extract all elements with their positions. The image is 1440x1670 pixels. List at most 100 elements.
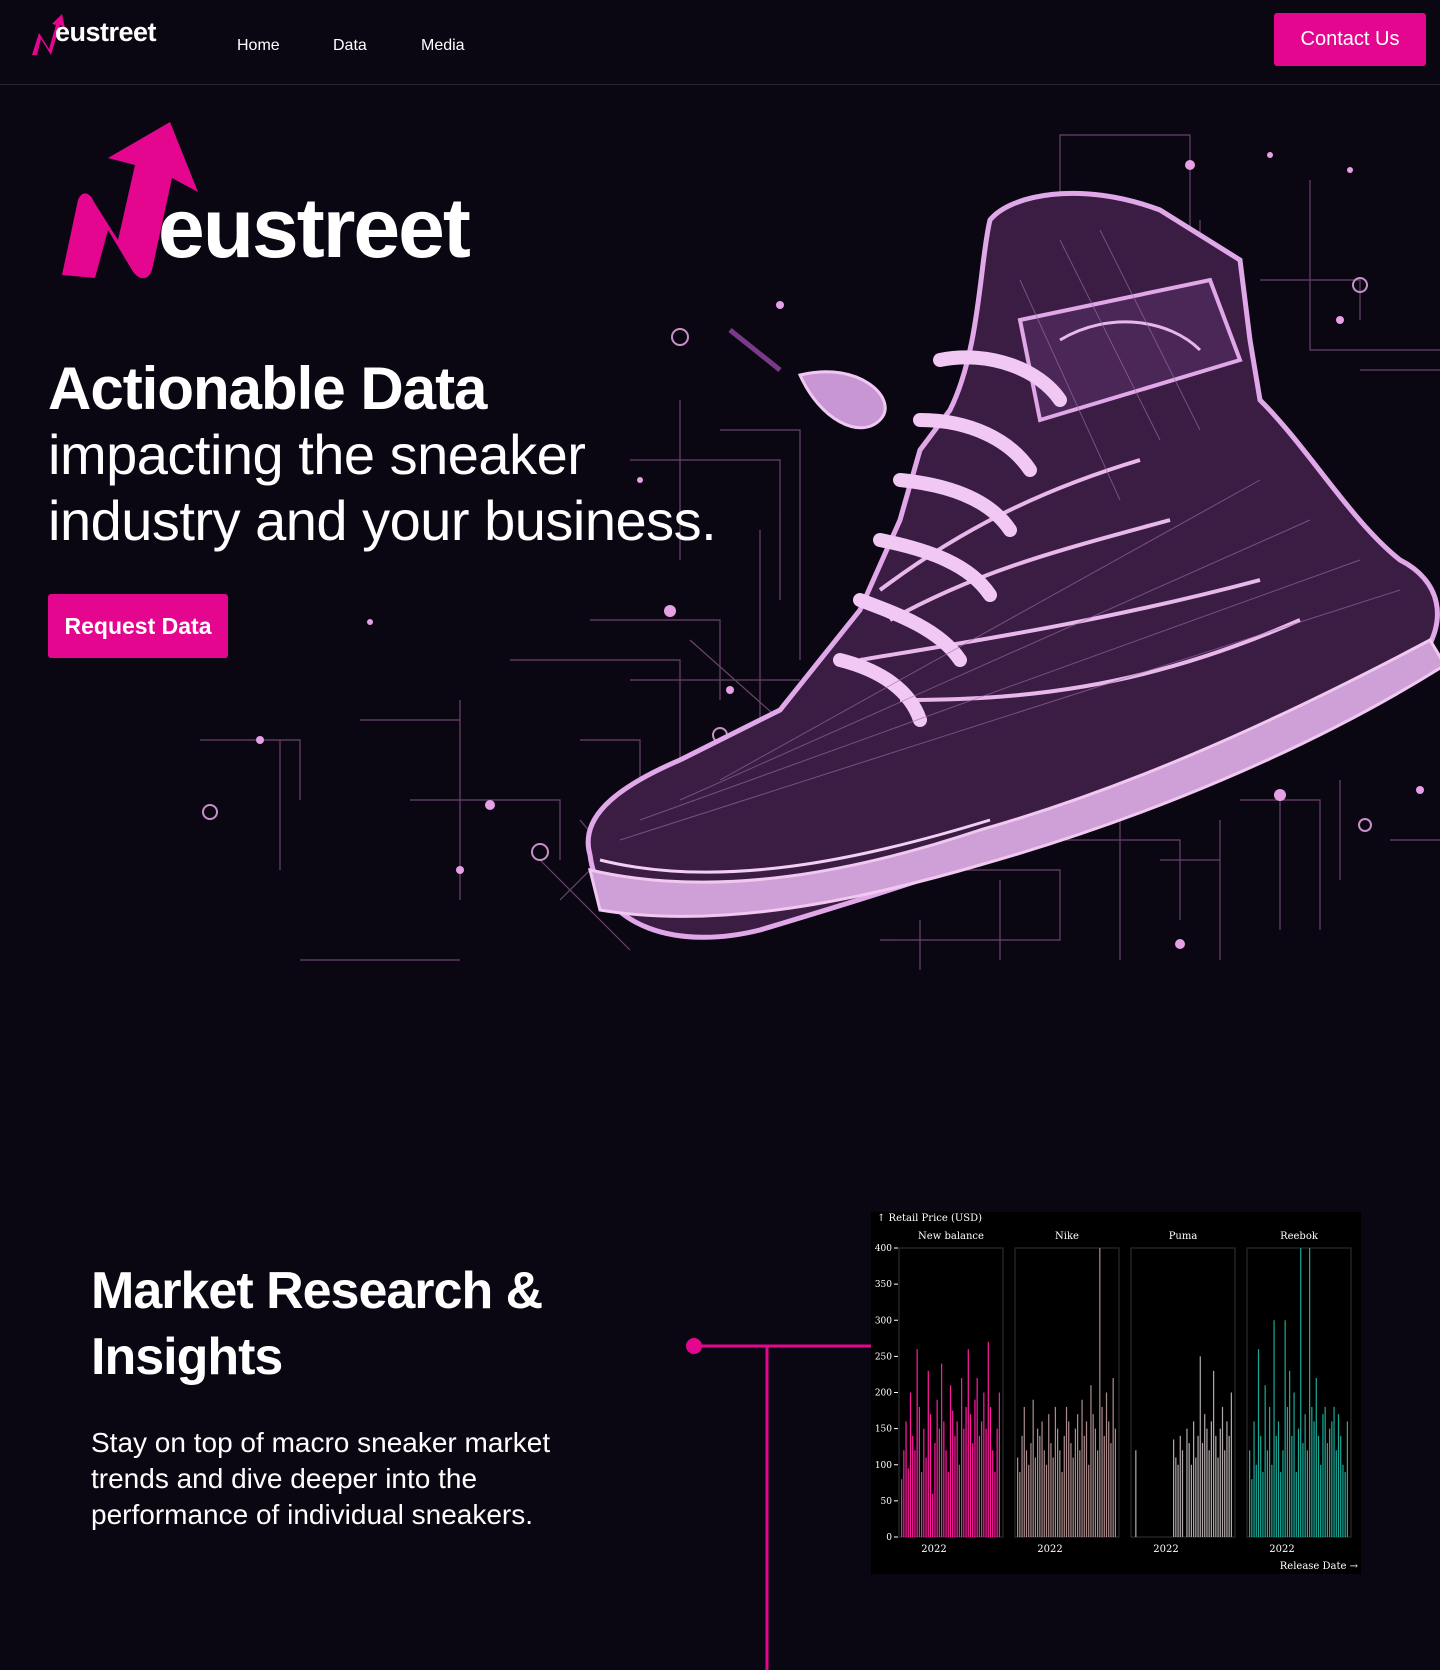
bar (1277, 1421, 1280, 1537)
bar (1041, 1421, 1043, 1537)
bar (1224, 1450, 1226, 1537)
bar (1179, 1435, 1181, 1537)
bar (954, 1435, 956, 1537)
nav-link-media[interactable]: Media (421, 37, 465, 55)
bar (1177, 1464, 1179, 1537)
x-tick-label: 2022 (1037, 1544, 1062, 1555)
bar (1043, 1450, 1045, 1537)
bar (903, 1450, 905, 1537)
top-nav: eustreet Home Data Media Contact Us (0, 0, 1440, 85)
bar (927, 1370, 929, 1537)
bar (1186, 1428, 1188, 1537)
bar (1262, 1471, 1264, 1537)
bar (929, 1414, 932, 1537)
hero-brand-wordmark: eustreet (158, 181, 471, 275)
bar (965, 1406, 967, 1537)
y-tick-label: 400 (875, 1244, 892, 1254)
bar (1074, 1428, 1076, 1537)
nav-link-data[interactable]: Data (333, 37, 367, 55)
bar (992, 1450, 994, 1537)
retail-price-chart-svg: ↑ Retail Price (USD) 0 50 100 150 200 250 300 35… (875, 1213, 1359, 1572)
bar (985, 1428, 987, 1537)
bar (1034, 1457, 1036, 1537)
bar (1072, 1457, 1074, 1537)
y-tick-label: 300 (875, 1316, 892, 1326)
y-tick-label: 250 (875, 1352, 892, 1362)
nav-logo[interactable]: eustreet (29, 11, 194, 57)
request-data-button[interactable]: Request Data (48, 594, 228, 658)
bar (1302, 1443, 1304, 1537)
panel-title: New balance (918, 1231, 984, 1242)
connector-line (686, 1338, 880, 1670)
bar (1070, 1443, 1072, 1537)
panel-title: Nike (1055, 1231, 1079, 1242)
section-title-line-1: Market Research & (91, 1262, 543, 1320)
bar (1221, 1406, 1224, 1537)
bar (1054, 1406, 1056, 1537)
nav-brand-wordmark: eustreet (55, 17, 157, 47)
bar (1101, 1406, 1103, 1537)
hero-subline-2: industry and your business. (48, 489, 717, 552)
bar (1032, 1399, 1034, 1537)
nav-link-home[interactable]: Home (237, 37, 280, 55)
bar (938, 1428, 940, 1537)
bar (994, 1471, 996, 1537)
bar (1068, 1421, 1070, 1537)
bar (1048, 1414, 1050, 1537)
bar (1337, 1414, 1340, 1537)
bar (969, 1414, 972, 1537)
bar (1275, 1435, 1277, 1537)
bar (956, 1421, 958, 1537)
bar (916, 1349, 918, 1537)
bar (1210, 1421, 1212, 1537)
bar (1284, 1320, 1286, 1537)
bar (1090, 1385, 1092, 1537)
bar (1286, 1406, 1288, 1537)
bar (1320, 1464, 1322, 1537)
contact-us-button[interactable]: Contact Us (1274, 13, 1426, 66)
bar (1264, 1385, 1266, 1537)
bar (1226, 1421, 1228, 1537)
bar (998, 1392, 1000, 1537)
section-title-line-2: Insights (91, 1328, 283, 1386)
bar (1197, 1435, 1199, 1537)
bar (1061, 1471, 1063, 1537)
section-description: Stay on top of macro sneaker market tren… (91, 1427, 551, 1530)
bar (1181, 1450, 1184, 1537)
bar (1311, 1406, 1313, 1537)
bar (1088, 1464, 1090, 1537)
bar (918, 1406, 920, 1537)
retail-price-chart: ↑ Retail Price (USD) 0 50 100 150 200 250 300 35… (871, 1212, 1361, 1574)
panel-title: Reebok (1280, 1231, 1319, 1242)
bar (1079, 1450, 1081, 1537)
bar (943, 1421, 945, 1537)
bar (1052, 1457, 1054, 1537)
bar (921, 1471, 923, 1537)
bar (949, 1385, 952, 1537)
bar (1025, 1450, 1028, 1537)
bar (1193, 1421, 1195, 1537)
bar (1251, 1479, 1253, 1537)
y-axis-label: ↑ Retail Price (USD) (877, 1213, 982, 1224)
bar (1085, 1421, 1088, 1537)
bar (932, 1493, 934, 1537)
y-tick-label: 150 (875, 1425, 892, 1435)
bar (1063, 1435, 1065, 1537)
y-tick-label: 350 (875, 1280, 892, 1290)
x-axis-label: Release Date → (1280, 1561, 1359, 1572)
hero-subline-1: impacting the sneaker (48, 423, 586, 486)
bar (1255, 1464, 1257, 1537)
panel-title: Puma (1169, 1231, 1198, 1242)
x-tick-label: 2022 (1153, 1544, 1178, 1555)
bar (1206, 1428, 1208, 1537)
bar (1313, 1421, 1315, 1537)
bar (1045, 1464, 1048, 1537)
bar (1213, 1370, 1215, 1537)
bar (1333, 1406, 1335, 1537)
bar (976, 1378, 978, 1537)
bar (1199, 1356, 1201, 1537)
bar (1208, 1450, 1210, 1537)
bar (1346, 1421, 1348, 1537)
bar (1030, 1443, 1032, 1537)
bar (1344, 1471, 1346, 1537)
